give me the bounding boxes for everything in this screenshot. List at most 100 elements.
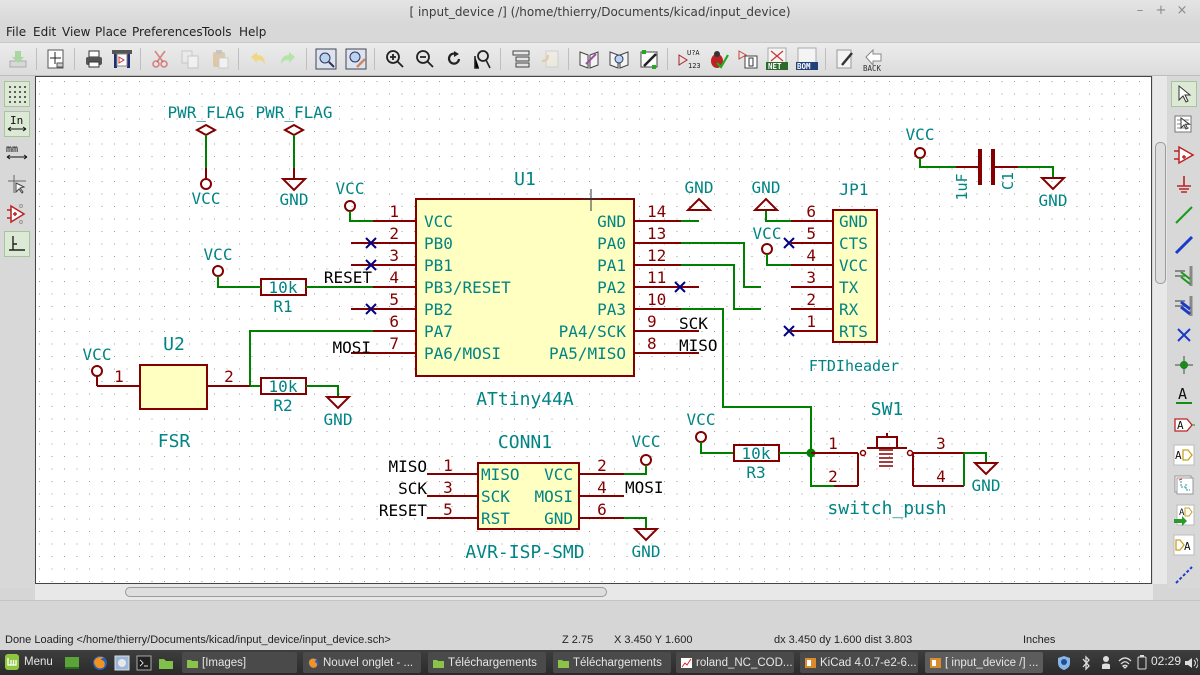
cut-button[interactable] — [148, 47, 172, 71]
capacitor-value: 1uF — [953, 173, 971, 200]
u2-value: FSR — [158, 431, 191, 452]
schematic-drawing[interactable]: PWR_FLAGVCCPWR_FLAGGNDU1ATtiny44A1VCC2PB… — [36, 77, 1152, 584]
horizontal-scrollbar[interactable] — [35, 584, 1153, 600]
close-button[interactable]: × — [1174, 3, 1190, 18]
hier-sheet-button[interactable] — [1171, 472, 1197, 498]
jp1-pin-number: 6 — [806, 202, 816, 221]
bluetooth-icon[interactable] — [1080, 655, 1092, 671]
files-launcher-icon[interactable] — [114, 655, 130, 671]
copy-button[interactable] — [178, 47, 202, 71]
clock[interactable]: 02:29 — [1151, 654, 1181, 668]
select-tool-button[interactable] — [1171, 81, 1197, 107]
library-editor-button[interactable] — [577, 47, 601, 71]
leave-sheet-button[interactable] — [538, 47, 562, 71]
taskbar-window-button[interactable]: KiCad 4.0.7-e2-6... — [800, 652, 918, 673]
menu-tools[interactable]: Tools — [202, 25, 232, 39]
grid-toggle-button[interactable] — [4, 81, 30, 107]
global-label-button[interactable]: A — [1171, 412, 1197, 438]
menu-edit[interactable]: Edit — [33, 25, 56, 39]
minimize-button[interactable]: – — [1132, 3, 1148, 18]
zoom-out-button[interactable] — [413, 47, 437, 71]
units-mm-button[interactable]: mm — [4, 140, 30, 166]
library-browser-button[interactable] — [607, 47, 631, 71]
taskbar-window-button[interactable]: Nouvel onglet - ... — [303, 652, 421, 673]
netlist-button[interactable]: NET — [765, 47, 789, 71]
conn1-pin-number: 6 — [597, 500, 607, 519]
menu-help[interactable]: Help — [239, 25, 266, 39]
battery-icon[interactable] — [1136, 654, 1148, 670]
page-settings-button[interactable] — [44, 47, 68, 71]
schematic-canvas[interactable]: PWR_FLAG VCC PWR_FLAG GND U1 ATtiny44A 1 VCC 2 PB… — [35, 76, 1152, 584]
import-sheet-pin-button[interactable]: A — [1171, 502, 1197, 528]
cvpcb-button[interactable] — [736, 47, 760, 71]
u2-ref: U2 — [163, 334, 185, 355]
net-label-button[interactable]: A — [1171, 382, 1197, 408]
conn1-ref: CONN1 — [498, 432, 552, 453]
menu-place[interactable]: Place — [95, 25, 127, 39]
paste-button[interactable] — [208, 47, 232, 71]
plot-button[interactable] — [110, 47, 134, 71]
volume-icon[interactable] — [1184, 656, 1198, 670]
sw1-value: switch_push — [827, 498, 946, 519]
redraw-button[interactable] — [442, 47, 466, 71]
user-icon[interactable] — [1100, 655, 1112, 671]
print-button[interactable] — [82, 47, 106, 71]
menu-file[interactable]: File — [6, 25, 26, 39]
cursor-shape-button[interactable] — [4, 171, 30, 197]
zoom-in-button[interactable] — [383, 47, 407, 71]
hidden-pins-button[interactable] — [4, 201, 30, 227]
undo-button[interactable] — [246, 47, 270, 71]
no-connect-button[interactable] — [1171, 322, 1197, 348]
erc-button[interactable] — [706, 47, 730, 71]
vertical-scroll-thumb[interactable] — [1155, 142, 1166, 284]
find-button[interactable] — [314, 47, 338, 71]
start-menu-button[interactable]: Menu — [4, 653, 53, 671]
find-replace-button[interactable] — [344, 47, 368, 71]
taskbar-window-button[interactable]: [Images] — [182, 652, 297, 673]
footprint-editor-icon — [640, 50, 658, 69]
horizontal-scroll-thumb[interactable] — [125, 587, 607, 597]
folder-launcher-icon[interactable] — [158, 655, 174, 671]
bus-bus-entry-button[interactable] — [1171, 292, 1197, 318]
terminal-launcher-icon[interactable] — [136, 655, 152, 671]
graphic-line-button[interactable] — [1171, 562, 1197, 588]
back-annotate-button[interactable]: BACK — [861, 47, 885, 72]
wire-bus-entry-button[interactable] — [1171, 262, 1197, 288]
redo-button[interactable] — [276, 47, 300, 71]
print-icon — [86, 50, 102, 68]
hierarchy-button[interactable] — [509, 47, 533, 71]
save-button[interactable] — [6, 47, 30, 71]
show-desktop-icon[interactable] — [64, 655, 80, 671]
maximize-button[interactable]: + — [1153, 3, 1169, 18]
shield-icon[interactable] — [1057, 655, 1071, 671]
highlight-net-button[interactable] — [1171, 111, 1197, 137]
sheet-pin-button[interactable]: A — [1171, 532, 1197, 558]
menu-preferences[interactable]: Preferences — [132, 25, 203, 39]
wifi-icon[interactable] — [1118, 655, 1132, 671]
place-power-button[interactable] — [1171, 172, 1197, 198]
orthogonal-wires-button[interactable] — [4, 231, 30, 257]
place-bus-button[interactable] — [1171, 232, 1197, 258]
zoom-fit-button[interactable] — [470, 47, 494, 71]
pcbnew-button[interactable] — [833, 47, 857, 71]
taskbar-window-button[interactable]: roland_NC_COD... — [676, 652, 794, 673]
menu-view[interactable]: View — [62, 25, 90, 39]
annotate-button[interactable]: U?A 123 — [676, 47, 700, 71]
junction-button[interactable] — [1171, 352, 1197, 378]
resistor-ref: R3 — [746, 463, 765, 482]
taskbar-window-button[interactable]: [ input_device /] ... — [925, 652, 1043, 673]
highlight-net-icon — [1174, 115, 1192, 133]
taskbar-window-button[interactable]: Téléchargements — [428, 652, 546, 673]
hier-label-button[interactable]: A — [1171, 442, 1197, 468]
net-label-sck: SCK — [679, 314, 708, 333]
place-component-button[interactable] — [1171, 142, 1197, 168]
bom-button[interactable]: BOM — [795, 47, 819, 71]
hidden-pins-icon — [7, 204, 26, 224]
units-inches-button[interactable]: In — [4, 111, 30, 137]
taskbar-window-button[interactable]: Téléchargements — [553, 652, 671, 673]
firefox-launcher-icon[interactable] — [92, 655, 108, 671]
place-wire-button[interactable] — [1171, 202, 1197, 228]
footprint-editor-button[interactable] — [637, 47, 661, 71]
vertical-scrollbar[interactable] — [1153, 76, 1167, 584]
resistor-value: 10k — [269, 377, 298, 396]
